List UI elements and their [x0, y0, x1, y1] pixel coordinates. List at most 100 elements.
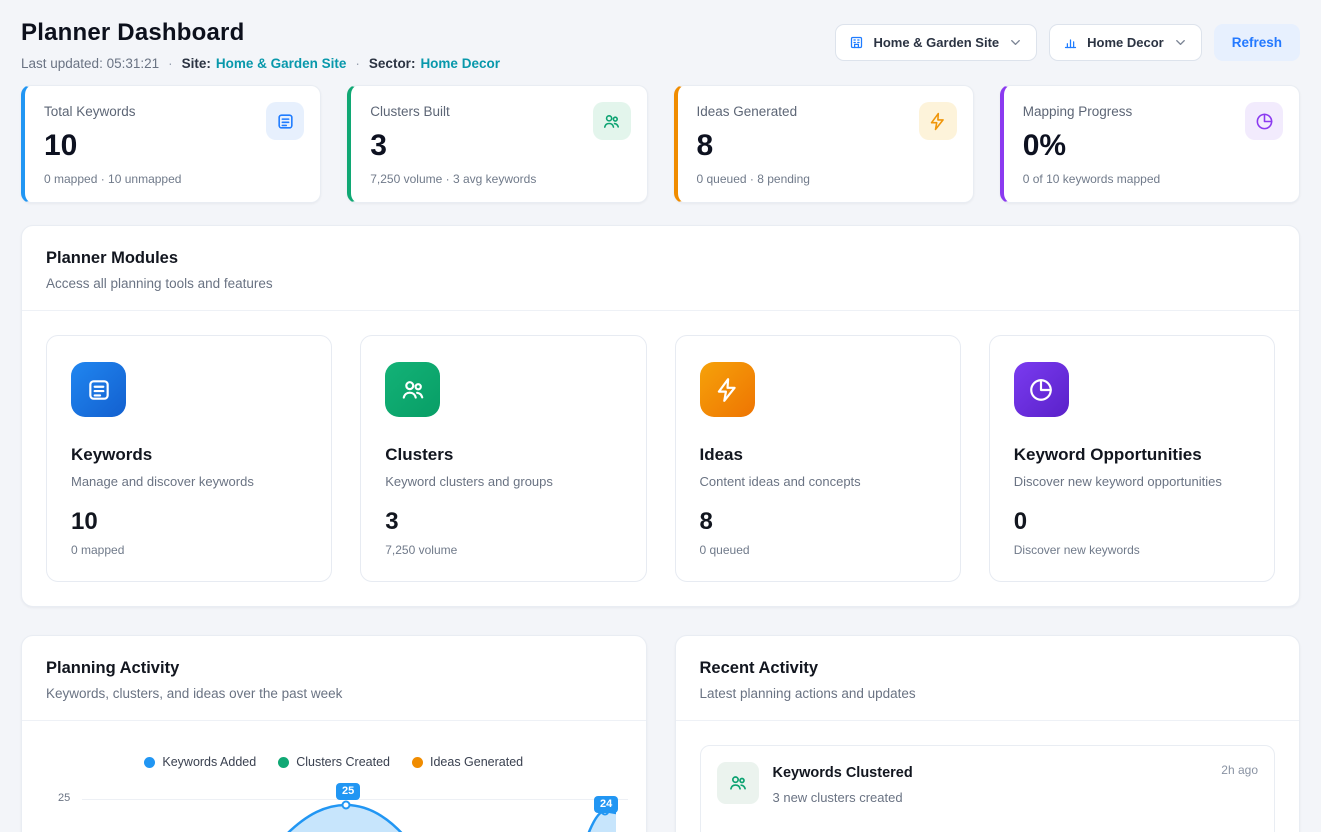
- header-controls: Home & Garden Site Home Decor Refresh: [835, 24, 1300, 61]
- legend-item-clusters-created: Clusters Created: [278, 755, 390, 769]
- stat-value: 3: [370, 128, 627, 164]
- stat-label: Clusters Built: [370, 104, 627, 119]
- document-icon: [266, 102, 304, 140]
- module-value: 0: [1014, 508, 1250, 536]
- module-description: Manage and discover keywords: [71, 474, 307, 489]
- module-value: 8: [700, 508, 936, 536]
- legend-item-ideas-generated: Ideas Generated: [412, 755, 523, 769]
- module-title: Keyword Opportunities: [1014, 445, 1250, 465]
- chevron-down-icon: [1008, 35, 1023, 50]
- stat-card-ideas-generated: Ideas Generated 8 0 queued · 8 pending: [674, 85, 974, 203]
- legend-dot-icon: [412, 757, 423, 768]
- module-value: 3: [385, 508, 621, 536]
- stat-value: 0%: [1023, 128, 1280, 164]
- panel-subtitle: Latest planning actions and updates: [700, 686, 1276, 701]
- planner-dashboard-page: Planner Dashboard Last updated: 05:31:21…: [0, 0, 1321, 832]
- divider: [22, 720, 646, 721]
- refresh-button[interactable]: Refresh: [1214, 24, 1300, 61]
- module-description: Content ideas and concepts: [700, 474, 936, 489]
- sector-link[interactable]: Home Decor: [420, 56, 500, 71]
- document-icon: [71, 362, 126, 417]
- stat-card-clusters-built: Clusters Built 3 7,250 volume · 3 avg ke…: [347, 85, 647, 203]
- stat-value: 10: [44, 128, 301, 164]
- users-icon: [593, 102, 631, 140]
- recent-activity-panel: Recent Activity Latest planning actions …: [675, 635, 1301, 832]
- site-selector-value: Home & Garden Site: [873, 35, 999, 50]
- stat-label: Mapping Progress: [1023, 104, 1280, 119]
- module-card-ideas[interactable]: Ideas Content ideas and concepts 8 0 que…: [675, 335, 961, 582]
- bottom-row: Planning Activity Keywords, clusters, an…: [21, 635, 1300, 832]
- activity-item-timestamp: 2h ago: [1221, 763, 1258, 777]
- header-left: Planner Dashboard Last updated: 05:31:21…: [21, 18, 500, 71]
- stat-value: 8: [697, 128, 954, 164]
- module-card-keywords[interactable]: Keywords Manage and discover keywords 10…: [46, 335, 332, 582]
- legend-item-keywords-added: Keywords Added: [144, 755, 256, 769]
- header: Planner Dashboard Last updated: 05:31:21…: [21, 18, 1300, 71]
- module-title: Ideas: [700, 445, 936, 465]
- chevron-down-icon: [1173, 35, 1188, 50]
- sector-selector-dropdown[interactable]: Home Decor: [1049, 24, 1202, 61]
- recent-activity-header: Recent Activity Latest planning actions …: [676, 636, 1300, 720]
- legend-label: Ideas Generated: [430, 755, 523, 769]
- bolt-icon: [700, 362, 755, 417]
- legend-dot-icon: [278, 757, 289, 768]
- module-detail: 0 queued: [700, 543, 936, 557]
- stat-detail: 0 of 10 keywords mapped: [1023, 172, 1280, 186]
- sector-selector-value: Home Decor: [1087, 35, 1164, 50]
- stat-label: Total Keywords: [44, 104, 301, 119]
- planner-modules-panel: Planner Modules Access all planning tool…: [21, 225, 1300, 607]
- module-cards-row: Keywords Manage and discover keywords 10…: [22, 311, 1299, 606]
- panel-title: Recent Activity: [700, 659, 1276, 678]
- planning-activity-panel: Planning Activity Keywords, clusters, an…: [21, 635, 647, 832]
- stat-card-total-keywords: Total Keywords 10 0 mapped · 10 unmapped: [21, 85, 321, 203]
- site-link[interactable]: Home & Garden Site: [216, 56, 347, 71]
- panel-title: Planning Activity: [46, 659, 622, 678]
- page-title: Planner Dashboard: [21, 18, 500, 48]
- stat-detail: 7,250 volume · 3 avg keywords: [370, 172, 627, 186]
- module-description: Discover new keyword opportunities: [1014, 474, 1250, 489]
- module-description: Keyword clusters and groups: [385, 474, 621, 489]
- panel-subtitle: Keywords, clusters, and ideas over the p…: [46, 686, 622, 701]
- stat-detail: 0 mapped · 10 unmapped: [44, 172, 301, 186]
- separator-dot: ·: [168, 56, 173, 71]
- last-updated-text: Last updated: 05:31:21: [21, 56, 159, 71]
- panel-subtitle: Access all planning tools and features: [46, 276, 1275, 291]
- activity-item-title: Keywords Clustered: [773, 765, 913, 781]
- module-detail: Discover new keywords: [1014, 543, 1250, 557]
- stat-card-mapping-progress: Mapping Progress 0% 0 of 10 keywords map…: [1000, 85, 1300, 203]
- pie-chart-icon: [1014, 362, 1069, 417]
- activity-list-item: Keywords Clustered 3 new clusters create…: [700, 745, 1276, 832]
- module-value: 10: [71, 508, 307, 536]
- building-icon: [849, 35, 864, 50]
- pie-chart-icon: [1245, 102, 1283, 140]
- stat-detail: 0 queued · 8 pending: [697, 172, 954, 186]
- legend-label: Clusters Created: [296, 755, 390, 769]
- module-detail: 7,250 volume: [385, 543, 621, 557]
- bolt-icon: [919, 102, 957, 140]
- bar-chart-icon: [1063, 35, 1078, 50]
- module-detail: 0 mapped: [71, 543, 307, 557]
- sector-group: Sector: Home Decor: [369, 56, 500, 71]
- planning-activity-chart: 25 25 24: [36, 781, 636, 832]
- stat-cards-row: Total Keywords 10 0 mapped · 10 unmapped…: [21, 85, 1300, 203]
- data-point-label: 24: [594, 796, 618, 813]
- y-axis-tick: 25: [58, 792, 70, 804]
- header-subline: Last updated: 05:31:21 · Site: Home & Ga…: [21, 56, 500, 71]
- module-title: Keywords: [71, 445, 307, 465]
- users-icon: [717, 762, 759, 804]
- sector-label: Sector:: [369, 56, 416, 71]
- stat-label: Ideas Generated: [697, 104, 954, 119]
- legend-dot-icon: [144, 757, 155, 768]
- planner-modules-header: Planner Modules Access all planning tool…: [22, 226, 1299, 310]
- site-group: Site: Home & Garden Site: [182, 56, 347, 71]
- data-point-label: 25: [336, 783, 360, 800]
- separator-dot: ·: [355, 56, 360, 71]
- chart-legend: Keywords Added Clusters Created Ideas Ge…: [22, 755, 646, 769]
- panel-title: Planner Modules: [46, 249, 1275, 268]
- module-card-keyword-opportunities[interactable]: Keyword Opportunities Discover new keywo…: [989, 335, 1275, 582]
- module-title: Clusters: [385, 445, 621, 465]
- site-selector-dropdown[interactable]: Home & Garden Site: [835, 24, 1037, 61]
- recent-activity-list: Keywords Clustered 3 new clusters create…: [676, 721, 1300, 832]
- planning-activity-header: Planning Activity Keywords, clusters, an…: [22, 636, 646, 720]
- module-card-clusters[interactable]: Clusters Keyword clusters and groups 3 7…: [360, 335, 646, 582]
